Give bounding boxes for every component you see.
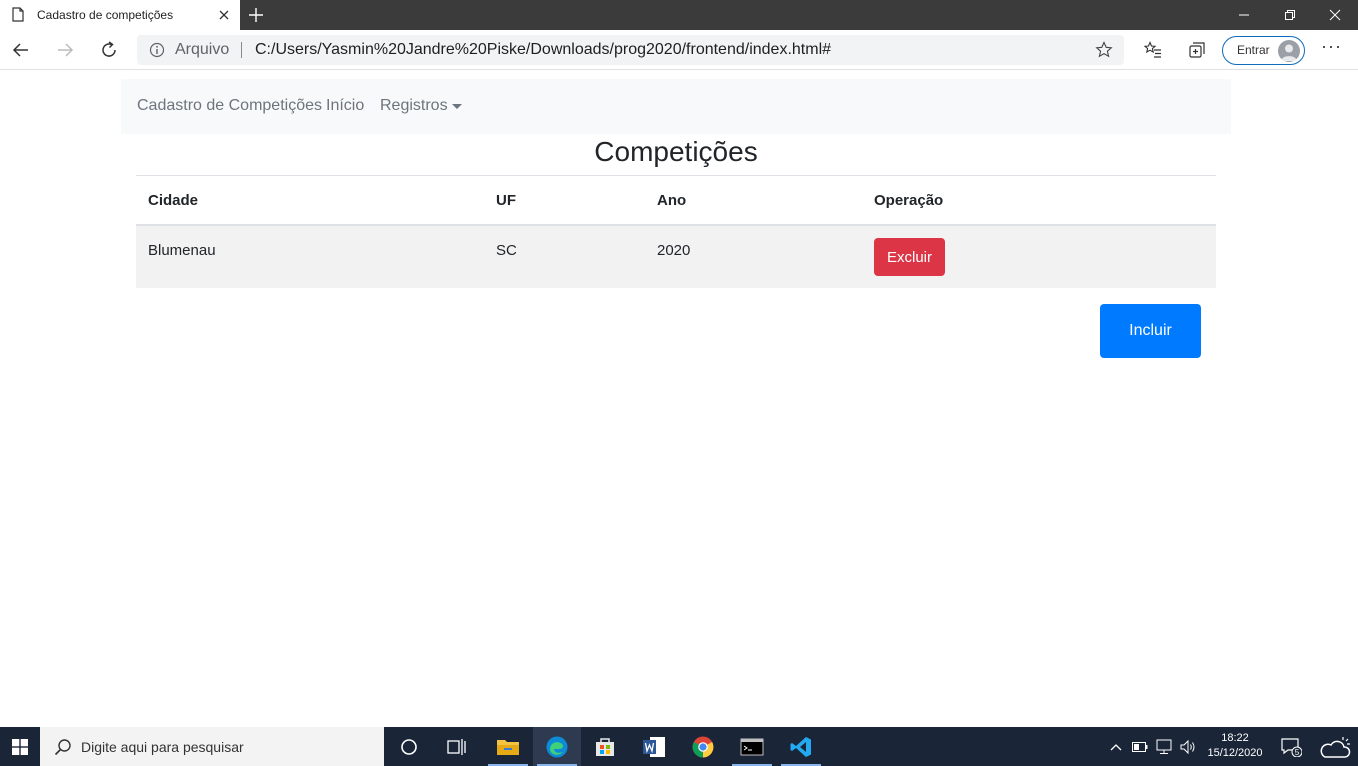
- user-icon: [1281, 44, 1297, 61]
- info-icon[interactable]: [149, 42, 165, 58]
- caret-down-icon[interactable]: [452, 104, 462, 109]
- more-menu-button[interactable]: ···: [1321, 37, 1341, 59]
- battery-button[interactable]: [1130, 727, 1150, 766]
- arrow-right-icon: [58, 43, 74, 57]
- cell-uf: SC: [496, 242, 517, 259]
- network-button[interactable]: [1154, 727, 1174, 766]
- site-navbar: Cadastro de Competições Início Registros: [121, 79, 1231, 134]
- taskbar-file-explorer[interactable]: [484, 727, 532, 766]
- browser-tab-strip: Cadastro de competições: [0, 0, 1358, 30]
- favorites-icon[interactable]: [1143, 40, 1163, 60]
- taskbar-chrome[interactable]: [679, 727, 727, 766]
- header-cidade: Cidade: [148, 192, 199, 209]
- page-title: Competições: [594, 136, 758, 167]
- cortana-button[interactable]: [385, 727, 433, 766]
- refresh-button[interactable]: [97, 38, 121, 62]
- cloud-sun-icon: [1320, 736, 1351, 758]
- terminal-icon: [740, 738, 764, 755]
- windows-logo-icon: [12, 738, 28, 755]
- signin-button[interactable]: Entrar: [1222, 36, 1305, 65]
- tab-title: Cadastro de competições: [37, 8, 174, 22]
- network-icon: [1156, 739, 1172, 754]
- nav-link-inicio[interactable]: Início: [326, 97, 364, 115]
- competitions-table: Cidade UF Ano Operação Blumenau SC 2020 …: [136, 175, 1216, 288]
- new-tab-icon[interactable]: [246, 5, 266, 25]
- close-tab-icon[interactable]: [216, 7, 232, 23]
- forward-button[interactable]: [53, 38, 77, 62]
- address-bar[interactable]: Arquivo C:/Users/Yasmin%20Jandre%20Piske…: [137, 35, 1124, 65]
- page-icon: [12, 7, 24, 22]
- taskbar-edge[interactable]: [533, 727, 581, 766]
- scheme-label: Arquivo: [175, 41, 230, 58]
- notification-count: 5: [1295, 748, 1300, 757]
- header-operacao: Operação: [874, 192, 944, 209]
- close-icon: [1329, 9, 1341, 21]
- refresh-icon: [102, 41, 116, 57]
- search-placeholder: Digite aqui para pesquisar: [81, 739, 244, 755]
- start-button[interactable]: [0, 727, 40, 766]
- header-ano: Ano: [657, 192, 687, 209]
- clock-time: 18:22: [1221, 732, 1249, 744]
- task-view-button[interactable]: [433, 727, 481, 766]
- nav-dropdown-registros[interactable]: Registros: [380, 97, 448, 115]
- delete-button[interactable]: Excluir: [874, 238, 945, 276]
- collections-icon[interactable]: [1187, 40, 1207, 60]
- vscode-icon: [790, 736, 811, 757]
- taskbar-terminal[interactable]: [728, 727, 776, 766]
- taskbar-search[interactable]: Digite aqui para pesquisar: [40, 727, 384, 766]
- close-window-button[interactable]: [1312, 0, 1358, 30]
- action-center-button[interactable]: 5: [1278, 727, 1304, 766]
- taskbar-vscode[interactable]: [777, 727, 825, 766]
- chevron-up-icon: [1110, 743, 1122, 750]
- chrome-icon: [692, 736, 714, 757]
- word-icon: [643, 736, 665, 757]
- weather-button[interactable]: [1316, 727, 1356, 766]
- folder-icon: [497, 739, 519, 755]
- restore-icon: [1285, 10, 1295, 20]
- speaker-icon: [1180, 739, 1195, 754]
- minimize-button[interactable]: [1221, 0, 1267, 30]
- cell-ano: 2020: [657, 242, 691, 259]
- star-icon[interactable]: [1095, 41, 1113, 59]
- back-button[interactable]: [9, 38, 33, 62]
- header-uf: UF: [496, 192, 516, 209]
- volume-button[interactable]: [1178, 727, 1198, 766]
- show-hidden-icons-button[interactable]: [1106, 727, 1126, 766]
- cell-cidade: Blumenau: [148, 242, 216, 259]
- windows-taskbar: Digite aqui para pesquisar 18:22 15/12/2…: [0, 727, 1358, 766]
- avatar: [1278, 40, 1300, 62]
- address-separator: [241, 42, 242, 58]
- task-view-icon: [447, 738, 466, 755]
- search-icon: [54, 739, 71, 756]
- arrow-left-icon: [12, 43, 28, 57]
- restore-button[interactable]: [1267, 0, 1313, 30]
- taskbar-clock[interactable]: 18:22 15/12/2020: [1200, 731, 1270, 761]
- signin-label: Entrar: [1237, 43, 1270, 57]
- edge-icon: [546, 736, 568, 757]
- taskbar-store[interactable]: [581, 727, 629, 766]
- browser-tab[interactable]: Cadastro de competições: [0, 0, 240, 30]
- clock-date: 15/12/2020: [1207, 747, 1263, 759]
- table-row: Blumenau SC 2020 Excluir: [136, 226, 1216, 288]
- add-button[interactable]: Incluir: [1100, 304, 1201, 358]
- url-text[interactable]: C:/Users/Yasmin%20Jandre%20Piske/Downloa…: [255, 41, 831, 59]
- table-header: Cidade UF Ano Operação: [136, 176, 1216, 226]
- store-icon: [596, 737, 614, 756]
- browser-toolbar: Arquivo C:/Users/Yasmin%20Jandre%20Piske…: [0, 30, 1358, 70]
- circle-icon: [401, 738, 417, 755]
- notification-icon: 5: [1281, 737, 1302, 757]
- minimize-icon: [1239, 14, 1249, 16]
- taskbar-word[interactable]: [630, 727, 678, 766]
- battery-icon: [1132, 741, 1148, 752]
- navbar-brand[interactable]: Cadastro de Competições: [137, 97, 322, 115]
